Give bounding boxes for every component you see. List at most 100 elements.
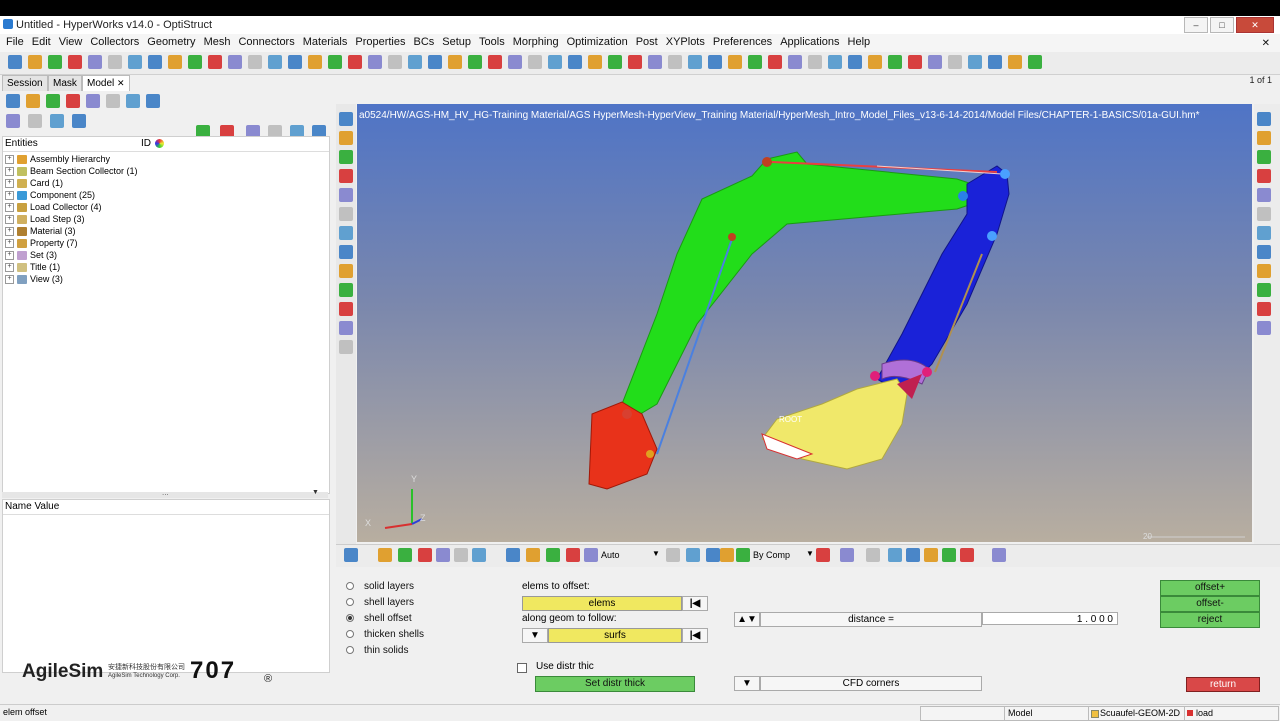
toolbar-tool-icon[interactable] (128, 55, 142, 69)
toolbar-tool-icon[interactable] (168, 55, 182, 69)
toolbar-tool-icon[interactable] (1028, 55, 1042, 69)
expand-icon[interactable]: + (5, 227, 14, 237)
toolbar-tool-icon[interactable] (268, 55, 282, 69)
menu-morphing[interactable]: Morphing (509, 34, 563, 48)
toolbar-tool-icon[interactable] (548, 55, 562, 69)
toolbar-tool-icon[interactable] (248, 55, 262, 69)
toolbar-tool-icon[interactable] (728, 55, 742, 69)
toolbar-tool-icon[interactable] (924, 548, 938, 562)
toolbar-tool-icon[interactable] (339, 264, 353, 278)
toolbar-tool-icon[interactable] (1257, 188, 1271, 202)
toolbar-tool-icon[interactable] (720, 548, 734, 562)
by-comp-select[interactable]: By Comp (753, 550, 790, 560)
toolbar-tool-icon[interactable] (666, 548, 680, 562)
toolbar-tool-icon[interactable] (848, 55, 862, 69)
toolbar-tool-icon[interactable] (906, 548, 920, 562)
toolbar-tool-icon[interactable] (339, 112, 353, 126)
toolbar-tool-icon[interactable] (808, 55, 822, 69)
toolbar-tool-icon[interactable] (748, 55, 762, 69)
toolbar-tool-icon[interactable] (1257, 112, 1271, 126)
menu-mesh[interactable]: Mesh (200, 34, 235, 48)
toolbar-tool-icon[interactable] (1257, 283, 1271, 297)
toolbar-tool-icon[interactable] (1257, 207, 1271, 221)
toolbar-tool-icon[interactable] (398, 548, 412, 562)
toolbar-tool-icon[interactable] (788, 55, 802, 69)
tree-item[interactable]: + Assembly Hierarchy (5, 153, 110, 165)
browser-tool-icon[interactable] (6, 114, 20, 128)
joint-pin[interactable] (870, 371, 880, 381)
cfd-chevron-icon[interactable]: ▼ (734, 676, 760, 691)
browser-tool-icon[interactable] (28, 114, 42, 128)
panel-splitter[interactable]: ... ▼ (2, 488, 328, 498)
expand-icon[interactable]: + (5, 191, 14, 201)
return-button[interactable]: return (1186, 677, 1260, 692)
toolbar-tool-icon[interactable] (648, 55, 662, 69)
tree-item[interactable]: + Property (7) (5, 237, 78, 249)
entities-column-header[interactable]: Entities (5, 138, 38, 149)
close-button[interactable]: ✕ (1236, 17, 1274, 33)
toolbar-tool-icon[interactable] (48, 55, 62, 69)
minimize-button[interactable]: – (1184, 17, 1208, 33)
radio-icon[interactable] (346, 582, 354, 591)
tab-model[interactable]: Model ✕ (82, 75, 130, 91)
distance-input[interactable]: 1 . 0 0 0 (982, 612, 1118, 625)
toolbar-tool-icon[interactable] (106, 94, 120, 108)
toolbar-tool-icon[interactable] (428, 55, 442, 69)
menu-materials[interactable]: Materials (299, 34, 352, 48)
toolbar-tool-icon[interactable] (508, 55, 522, 69)
excavator-model[interactable] (357, 104, 1252, 542)
toolbar-tool-icon[interactable] (148, 55, 162, 69)
toolbar-tool-icon[interactable] (688, 55, 702, 69)
toolbar-tool-icon[interactable] (378, 548, 392, 562)
toolbar-tool-icon[interactable] (86, 94, 100, 108)
radio-option[interactable]: thicken shells (346, 629, 424, 640)
joint-pin[interactable] (1000, 169, 1010, 179)
menu-bcs[interactable]: BCs (410, 34, 439, 48)
distance-toggle-icon[interactable]: ▲▼ (734, 612, 760, 627)
toolbar-tool-icon[interactable] (388, 55, 402, 69)
toolbar-tool-icon[interactable] (828, 55, 842, 69)
radio-icon[interactable] (346, 598, 354, 607)
toolbar-tool-icon[interactable] (768, 55, 782, 69)
joint-pin[interactable] (762, 157, 772, 167)
status-component[interactable]: Scuaufel-GEOM-2D (1088, 706, 1185, 721)
menu-properties[interactable]: Properties (351, 34, 409, 48)
reject-button[interactable]: reject (1160, 612, 1260, 628)
toolbar-tool-icon[interactable] (146, 94, 160, 108)
expand-icon[interactable]: + (5, 251, 14, 261)
toolbar-tool-icon[interactable] (1257, 321, 1271, 335)
radio-option[interactable]: thin solids (346, 645, 408, 656)
joint-pin[interactable] (646, 450, 654, 458)
toolbar-tool-icon[interactable] (339, 226, 353, 240)
toolbar-tool-icon[interactable] (1257, 150, 1271, 164)
joint-pin[interactable] (622, 409, 632, 419)
toolbar-tool-icon[interactable] (608, 55, 622, 69)
menu-tools[interactable]: Tools (475, 34, 509, 48)
maximize-button[interactable]: □ (1210, 17, 1234, 33)
toolbar-tool-icon[interactable] (308, 55, 322, 69)
toolbar-tool-icon[interactable] (968, 55, 982, 69)
set-distr-thick-button[interactable]: Set distr thick (535, 676, 695, 692)
tab-close-icon[interactable]: ✕ (117, 78, 125, 88)
menu-edit[interactable]: Edit (28, 34, 55, 48)
toolbar-tool-icon[interactable] (28, 55, 42, 69)
radio-icon[interactable] (346, 614, 354, 623)
toolbar-tool-icon[interactable] (46, 94, 60, 108)
toolbar-tool-icon[interactable] (339, 169, 353, 183)
toolbar-tool-icon[interactable] (928, 55, 942, 69)
tree-item[interactable]: + Load Step (3) (5, 213, 85, 225)
toolbar-tool-icon[interactable] (339, 283, 353, 297)
status-load[interactable]: load (1184, 706, 1279, 721)
toolbar-tool-icon[interactable] (546, 548, 560, 562)
geom-type-chevron-icon[interactable]: ▼ (522, 628, 548, 643)
toolbar-tool-icon[interactable] (228, 55, 242, 69)
toolbar-tool-icon[interactable] (566, 548, 580, 562)
toolbar-tool-icon[interactable] (348, 55, 362, 69)
expand-icon[interactable]: + (5, 239, 14, 249)
toolbar-tool-icon[interactable] (506, 548, 520, 562)
menu-optimization[interactable]: Optimization (563, 34, 632, 48)
tree-item[interactable]: + Beam Section Collector (1) (5, 165, 138, 177)
auto-select[interactable]: Auto (601, 550, 620, 560)
menu-xyplots[interactable]: XYPlots (662, 34, 709, 48)
toolbar-tool-icon[interactable] (328, 55, 342, 69)
